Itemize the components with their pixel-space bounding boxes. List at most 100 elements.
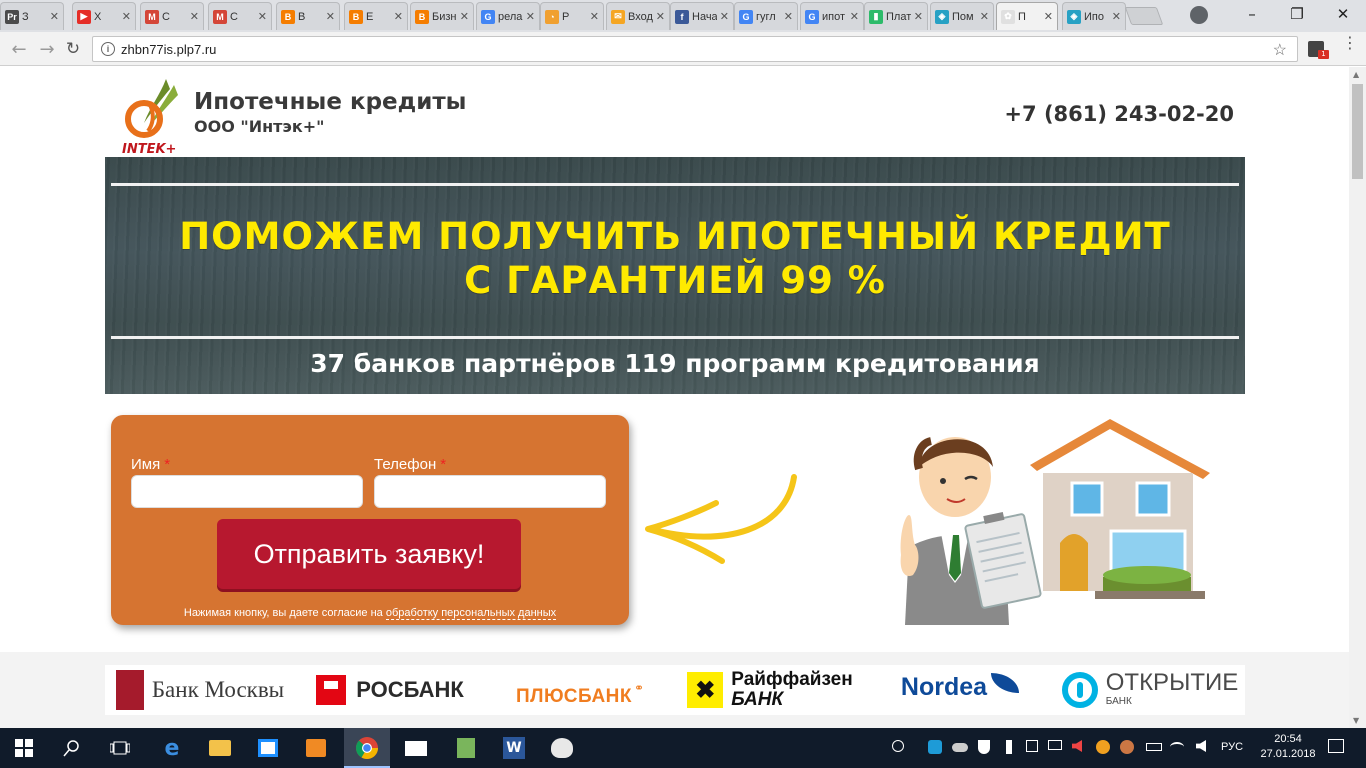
shield-icon[interactable] — [978, 740, 992, 754]
task-view-icon[interactable] — [106, 734, 134, 762]
word-icon[interactable]: W — [500, 734, 528, 762]
nordea-icon — [991, 673, 1020, 693]
chrome-icon[interactable] — [353, 734, 381, 762]
keyboard-icon[interactable] — [1048, 740, 1062, 754]
language-indicator[interactable]: РУС — [1221, 741, 1243, 753]
banner-top-line — [111, 183, 1239, 186]
browser-tab[interactable]: B В ✕ — [276, 2, 340, 30]
maximize-button[interactable]: ❐ — [1274, 0, 1320, 28]
profile-icon[interactable] — [1190, 6, 1208, 24]
browser-tab[interactable]: M С ✕ — [140, 2, 204, 30]
browser-tab[interactable]: Gрела ✕ — [476, 2, 540, 30]
tab-close-icon[interactable]: ✕ — [460, 10, 469, 23]
tab-title: гугл — [756, 10, 776, 23]
phone-input[interactable] — [374, 475, 606, 508]
paint-icon[interactable] — [548, 734, 576, 762]
scroll-up-icon[interactable]: ▲ — [1353, 70, 1359, 79]
minimize-button[interactable]: – — [1229, 0, 1275, 28]
tab-close-icon[interactable]: ✕ — [720, 10, 729, 23]
wifi-icon[interactable] — [1170, 740, 1184, 754]
volume-muted-icon[interactable] — [1072, 740, 1086, 754]
reload-button[interactable]: ↻ — [62, 38, 84, 60]
bank-partners-strip: Банк Москвы РОСБАНК ПЛЮСБАНК ⚭ ✖ Райффай… — [0, 652, 1349, 728]
usb-icon[interactable] — [1002, 740, 1016, 754]
tab-close-icon[interactable]: ✕ — [1044, 10, 1053, 23]
browser-tab[interactable]: Gипот ✕ — [800, 2, 864, 30]
tab-favicon-icon: M — [145, 9, 159, 24]
tab-close-icon[interactable]: ✕ — [50, 10, 59, 23]
tab-close-icon[interactable]: ✕ — [258, 10, 267, 23]
browser-tab[interactable]: f Нача ✕ — [670, 2, 734, 30]
browser-tab[interactable]: ◈ Ипо ✕ — [1062, 2, 1126, 30]
site-info-icon[interactable]: i — [101, 42, 115, 56]
submit-request-button[interactable]: Отправить заявку! — [217, 519, 521, 589]
logo-wordmark: INTEK+ — [122, 142, 176, 155]
scroll-down-icon[interactable]: ▼ — [1353, 716, 1359, 725]
back-button[interactable]: ← — [8, 38, 30, 60]
bank-logo-plusbank: ПЛЮСБАНК ⚭ — [485, 665, 675, 715]
file-explorer-icon[interactable] — [206, 734, 234, 762]
page-scrollbar[interactable]: ▲ ▼ — [1349, 67, 1366, 728]
start-button[interactable] — [10, 734, 38, 762]
browser-tab[interactable]: B Е ✕ — [344, 2, 408, 30]
close-window-button[interactable]: ✕ — [1320, 0, 1366, 28]
search-icon[interactable] — [58, 734, 86, 762]
browser-tab[interactable]: Pr З ✕ — [0, 2, 64, 30]
forward-button[interactable]: → — [36, 38, 58, 60]
browser-tab[interactable]: B Бизн ✕ — [410, 2, 474, 30]
browser-tab[interactable]: M С ✕ — [208, 2, 272, 30]
new-tab-button[interactable] — [1124, 7, 1164, 25]
tab-title: С — [162, 10, 170, 23]
store-icon[interactable] — [254, 734, 282, 762]
tab-favicon-icon: B — [415, 9, 429, 24]
battery-icon[interactable] — [1146, 740, 1162, 754]
tab-favicon-icon: ▶ — [77, 9, 91, 24]
browser-tab[interactable]: ▮ Плат ✕ — [864, 2, 928, 30]
tab-close-icon[interactable]: ✕ — [784, 10, 793, 23]
address-bar[interactable]: i zhbn77is.plp7.ru ☆ — [92, 36, 1298, 62]
tab-close-icon[interactable]: ✕ — [914, 10, 923, 23]
browser-tab[interactable]: ✉ Вход ✕ — [606, 2, 670, 30]
scrollbar-thumb[interactable] — [1352, 84, 1363, 179]
browser-tab[interactable]: ◈ Пом ✕ — [930, 2, 994, 30]
tab-close-icon[interactable]: ✕ — [850, 10, 859, 23]
app-icon[interactable] — [452, 734, 480, 762]
tray-monitor-icon[interactable] — [1120, 740, 1134, 754]
tab-close-icon[interactable]: ✕ — [326, 10, 335, 23]
speaker-icon[interactable] — [1196, 740, 1210, 754]
browser-tab[interactable]: ▶ Х ✕ — [72, 2, 136, 30]
people-icon[interactable] — [892, 740, 906, 754]
tab-close-icon[interactable]: ✕ — [980, 10, 989, 23]
chrome-menu-icon[interactable]: ⋮ — [1342, 35, 1358, 51]
tab-close-icon[interactable]: ✕ — [122, 10, 131, 23]
star-icon[interactable] — [1096, 740, 1110, 754]
mail-icon[interactable] — [402, 734, 430, 762]
tab-close-icon[interactable]: ✕ — [526, 10, 535, 23]
media-player-icon[interactable] — [302, 734, 330, 762]
tab-close-icon[interactable]: ✕ — [590, 10, 599, 23]
privacy-policy-link[interactable]: обработку персональных данных — [385, 607, 557, 620]
tray-tool-icon[interactable] — [1026, 740, 1040, 754]
tab-close-icon[interactable]: ✕ — [394, 10, 403, 23]
tray-app-icon[interactable] — [928, 740, 942, 754]
browser-toolbar: ← → ↻ i zhbn77is.plp7.ru ☆ — [0, 32, 1366, 66]
browser-tab[interactable]: ✿ П ✕ — [996, 2, 1058, 30]
tab-close-icon[interactable]: ✕ — [190, 10, 199, 23]
browser-tab[interactable]: ◔ Р ✕ — [540, 2, 604, 30]
phone-number[interactable]: +7 (861) 243-02-20 — [1004, 102, 1234, 126]
browser-tab[interactable]: Gгугл ✕ — [734, 2, 798, 30]
bookmark-star-icon[interactable]: ☆ — [1273, 40, 1287, 60]
required-mark: * — [164, 456, 171, 473]
tab-title: Е — [366, 10, 374, 23]
edge-icon[interactable]: e — [158, 734, 186, 762]
tab-title: П — [1018, 10, 1026, 23]
tab-favicon-icon: G — [739, 9, 753, 24]
cloud-icon[interactable] — [952, 740, 968, 754]
tab-close-icon[interactable]: ✕ — [656, 10, 665, 23]
tab-favicon-icon: B — [281, 9, 295, 24]
system-clock[interactable]: 20:54 27.01.2018 — [1258, 732, 1318, 762]
notifications-icon[interactable] — [1328, 739, 1344, 753]
name-input[interactable] — [131, 475, 363, 508]
tab-close-icon[interactable]: ✕ — [1112, 10, 1121, 23]
tab-favicon-icon: G — [481, 9, 495, 24]
